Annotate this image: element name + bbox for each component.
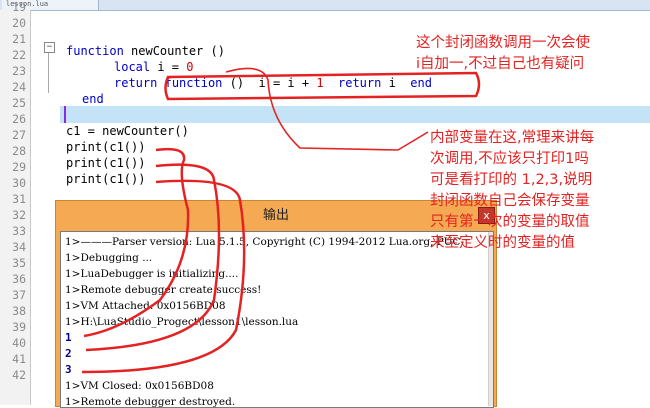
code-line-28[interactable]: print(c1()) — [66, 155, 145, 171]
fold-toggle-icon[interactable]: − — [44, 42, 55, 53]
line-number: 41 — [12, 352, 26, 366]
editor-tab-strip: lesson.lua — [0, 0, 650, 11]
annotation-line: 内部变量在这,常理来讲每 — [430, 130, 595, 146]
code-line-26[interactable]: c1 = newCounter() — [66, 123, 189, 139]
code-text: newCounter () — [123, 44, 225, 58]
line-number: 19 — [12, 0, 26, 14]
line-number: 22 — [12, 48, 26, 62]
output-line: 1>Debugging ... — [65, 252, 153, 264]
output-line: 1>VM Attached: 0x0156BD08 — [65, 300, 226, 312]
fold-guide-line — [48, 53, 49, 93]
output-line: 1>LuaDebugger is initializing.... — [65, 268, 239, 280]
line-number: 34 — [12, 240, 26, 254]
keyword: function — [66, 44, 124, 58]
code-text: i — [381, 76, 411, 90]
code-line-29[interactable]: print(c1()) — [66, 171, 145, 187]
line-number: 23 — [12, 64, 26, 78]
line-number: 36 — [12, 272, 26, 286]
text-cursor — [64, 106, 66, 123]
line-number-gutter: 19 20 21 22 23 24 25 26 27 28 29 30 31 3… — [0, 0, 31, 405]
output-line: 1>VM Closed: 0x0156BD08 — [65, 380, 214, 392]
output-scrollbar[interactable] — [488, 232, 493, 406]
code-line-23[interactable]: return function () i = i + 1 return i en… — [114, 75, 432, 91]
keyword: end — [82, 92, 104, 106]
line-number: 32 — [12, 208, 26, 222]
code-line-22[interactable]: local i = 0 — [114, 59, 193, 75]
line-number: 20 — [12, 16, 26, 30]
annotation-line: 封闭函数自己会保存变量 — [430, 193, 590, 209]
line-number: 30 — [12, 176, 26, 190]
annotation-middle: 内部变量在这,常理来讲每 次调用,不应该只打印1吗 可是看打印的 1,2,3,说… — [430, 128, 594, 254]
annotation-line: 只有第一次的变量的取值 — [430, 214, 590, 230]
output-line: 1>Remote debugger destroyed. — [65, 396, 236, 408]
line-number: 40 — [12, 336, 26, 350]
number-literal: 1 — [316, 76, 324, 90]
output-line: 1>H:\LuaStudio_Progect\lesson1\lesson.lu… — [65, 316, 299, 328]
line-number: 21 — [12, 32, 26, 46]
line-number: 42 — [12, 368, 26, 382]
code-text: () i = i + — [222, 76, 317, 90]
output-value: 3 — [65, 363, 72, 376]
keyword: function — [164, 76, 223, 90]
number-literal: 0 — [186, 60, 194, 74]
line-number: 24 — [12, 80, 26, 94]
line-number: 25 — [12, 96, 26, 110]
annotation-line: 来至定义时的变量的值 — [430, 235, 575, 251]
keyword: return — [338, 76, 382, 90]
line-number: 38 — [12, 304, 26, 318]
output-value: 2 — [65, 347, 72, 360]
line-number: 39 — [12, 320, 26, 334]
keyword: end — [410, 76, 432, 90]
line-number: 28 — [12, 144, 26, 158]
annotation-line: 这个封闭函数调用一次会使 — [416, 35, 590, 51]
line-number: 27 — [12, 128, 26, 142]
annotation-line: i自加一,不过自己也有疑问 — [416, 56, 585, 72]
output-value: 1 — [65, 331, 72, 344]
code-text: i = — [150, 60, 187, 74]
current-line-highlight — [60, 106, 650, 123]
keyword: return — [114, 76, 158, 90]
code-line-24[interactable]: end — [82, 91, 104, 107]
line-number: 33 — [12, 224, 26, 238]
annotation-top: 这个封闭函数调用一次会使 i自加一,不过自己也有疑问 — [416, 33, 590, 75]
annotation-line: 可是看打印的 1,2,3,说明 — [430, 172, 593, 188]
line-number: 37 — [12, 288, 26, 302]
line-number: 29 — [12, 160, 26, 174]
output-console[interactable]: 1>———Parser version: Lua 5.1.5, Copyrigh… — [60, 231, 494, 408]
output-line: 1>———Parser version: Lua 5.1.5, Copyrigh… — [65, 236, 465, 248]
code-line-21[interactable]: function newCounter () — [66, 43, 225, 59]
output-line: 1>Remote debugger create success! — [65, 284, 262, 296]
line-number: 26 — [12, 112, 26, 126]
keyword: local — [114, 60, 151, 74]
line-number: 35 — [12, 256, 26, 270]
code-line-27[interactable]: print(c1()) — [66, 139, 145, 155]
annotation-line: 次调用,不应该只打印1吗 — [430, 151, 589, 167]
line-number: 31 — [12, 192, 26, 206]
